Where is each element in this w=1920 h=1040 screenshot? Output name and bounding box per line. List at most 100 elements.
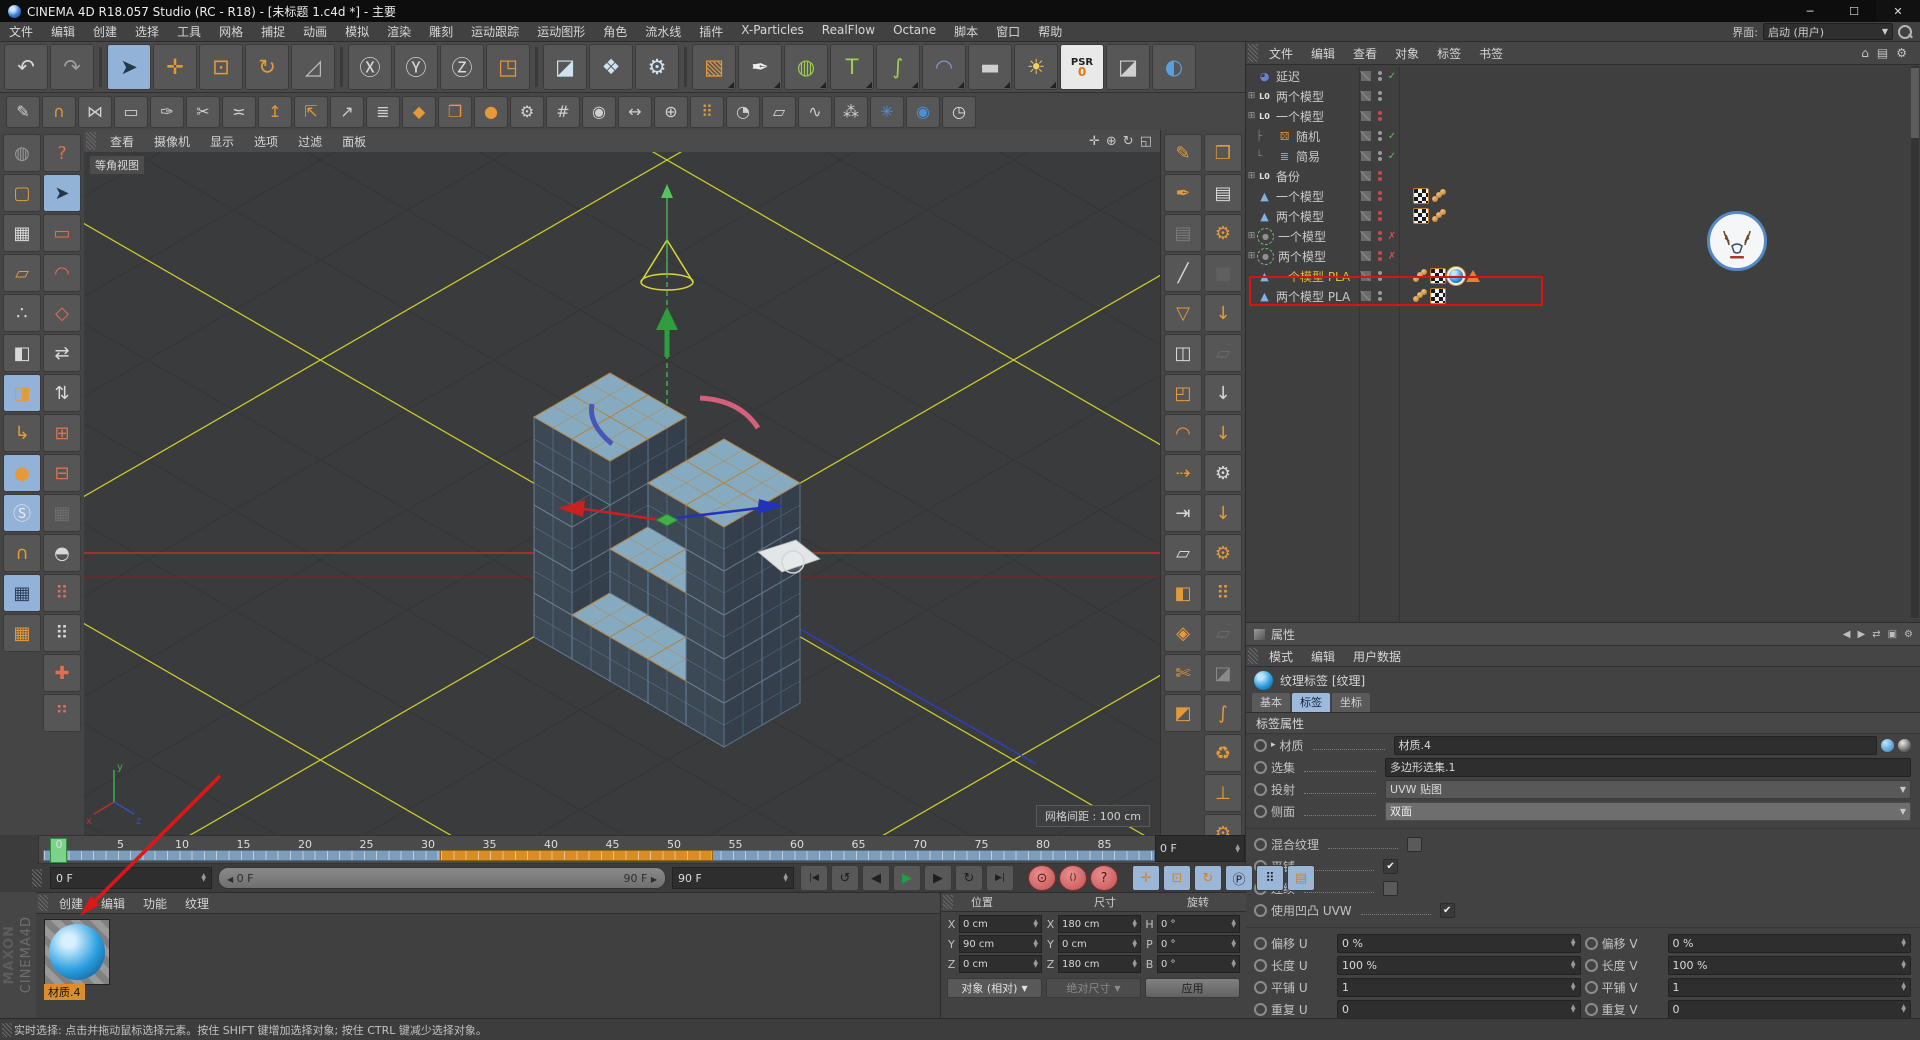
value-field[interactable]: 0 %▲▼	[1337, 934, 1581, 953]
record-rotation-button[interactable]: ↻	[1194, 865, 1222, 891]
knife-icon[interactable]: ╱	[1164, 254, 1202, 292]
visibility-dots[interactable]	[1378, 171, 1382, 181]
viewport-menu-查看[interactable]: 查看	[100, 133, 144, 150]
psr-badge[interactable]: PSR0	[1060, 44, 1104, 90]
next-frame-button[interactable]: ▶	[924, 865, 952, 891]
matrix-extrude-icon[interactable]: ≣	[366, 96, 400, 128]
object-label[interactable]: 备份	[1276, 168, 1300, 185]
object-row[interactable]: ⊞●一个模型✗	[1246, 226, 1909, 246]
value-field[interactable]: 0 %▲▼	[1668, 934, 1912, 953]
keyframe-selection-button[interactable]: ?	[1090, 865, 1118, 891]
menu-工具[interactable]: 工具	[168, 23, 210, 40]
tab-基本[interactable]: 基本	[1252, 693, 1290, 712]
axis-mode-icon[interactable]: ↳	[3, 414, 41, 452]
melt-icon[interactable]: ↓	[1204, 494, 1242, 532]
move-tool[interactable]: ✛	[153, 44, 197, 90]
om-home-icon[interactable]: ▤	[1877, 46, 1888, 60]
grid-array-icon[interactable]: #	[546, 96, 580, 128]
lasso-selection-icon[interactable]: ◠	[43, 254, 81, 292]
formula-dots-icon[interactable]: ⠿	[1204, 574, 1242, 612]
tab-标签[interactable]: 标签	[1292, 693, 1330, 712]
menu-窗口[interactable]: 窗口	[987, 23, 1029, 40]
menu-插件[interactable]: 插件	[690, 23, 732, 40]
measure-tool-icon[interactable]: ↔	[618, 96, 652, 128]
smooth-shift-icon[interactable]: ↗	[330, 96, 364, 128]
material-menu-创建[interactable]: 创建	[50, 895, 92, 912]
menu-编辑[interactable]: 编辑	[42, 23, 84, 40]
layer-toggle-icon[interactable]	[1361, 211, 1371, 221]
model-mode-icon[interactable]: ◍	[3, 134, 41, 172]
render-view-icon[interactable]: ◪	[543, 44, 587, 90]
add-cube-icon[interactable]: ❒	[438, 96, 472, 128]
size-field[interactable]: 0 cm▲▼	[1058, 935, 1141, 953]
inner-extrude-icon[interactable]: ⇱	[294, 96, 328, 128]
visibility-dots[interactable]	[1378, 211, 1382, 221]
weld-icon[interactable]: ⇥	[1164, 494, 1202, 532]
material-menu-功能[interactable]: 功能	[134, 895, 176, 912]
edit-spline-icon[interactable]: ✎	[6, 96, 40, 128]
frame-field[interactable]: 0 F ▲▼	[50, 867, 212, 889]
lock-x-axis[interactable]: Ⓧ	[348, 44, 392, 90]
undo-icon[interactable]: ↶	[4, 44, 48, 90]
scrollbar[interactable]	[1911, 66, 1919, 618]
enabled-check-icon[interactable]: ✓	[1385, 71, 1399, 82]
disabled-cross-icon[interactable]: ✗	[1385, 231, 1399, 242]
recycle-gear-icon[interactable]: ♻	[1204, 734, 1242, 772]
expand-arrow-icon[interactable]: ▸	[1271, 740, 1276, 750]
object-row[interactable]: ⊞L0一个模型	[1246, 106, 1909, 126]
zoom-out-icon[interactable]: ⊟	[43, 454, 81, 492]
gear-icon[interactable]: ⚙	[1904, 629, 1913, 640]
timeline-ruler[interactable]: 051015202530354045505560657075808590	[38, 835, 1160, 864]
layer-toggle-icon[interactable]	[1361, 251, 1371, 261]
object-row[interactable]: ├⚄随机✓	[1246, 126, 1909, 146]
cube-top-icon[interactable]: ◰	[1164, 374, 1202, 412]
uvw-tag-icon[interactable]	[1413, 188, 1429, 204]
bend-deformer-icon[interactable]: ◠◢	[922, 44, 966, 90]
modeling-settings-icon[interactable]: ⚙	[510, 96, 544, 128]
iron-tool-icon[interactable]: ▭	[114, 96, 148, 128]
visibility-dots[interactable]	[1378, 251, 1382, 261]
mirror-tool-icon[interactable]: ⋈	[78, 96, 112, 128]
triangulate-icon[interactable]: ↓	[1204, 374, 1242, 412]
record-pla-button[interactable]: ⠿	[1256, 865, 1284, 891]
drag-handle-icon[interactable]	[86, 132, 96, 150]
snap-icon[interactable]: Ⓢ	[3, 494, 41, 532]
goto-start-button[interactable]: |◀	[800, 865, 828, 891]
toggle-view-icon[interactable]: ◱	[1140, 134, 1152, 149]
axis-center-icon[interactable]: ⊕	[654, 96, 688, 128]
rotate-view-icon[interactable]: ↻	[1123, 134, 1134, 149]
dropdown-field[interactable]: UVW 贴图▼	[1385, 780, 1911, 799]
value-field[interactable]: 0▲▼	[1337, 1000, 1581, 1019]
play-button[interactable]: ▶	[893, 865, 921, 891]
object-label[interactable]: 一个模型	[1276, 188, 1324, 205]
scale-exchange-icon[interactable]: ⇅	[43, 374, 81, 412]
knife-tool-icon[interactable]: ✂	[186, 96, 220, 128]
object-row[interactable]: ⊞L0备份	[1246, 166, 1909, 186]
material-menu-编辑[interactable]: 编辑	[92, 895, 134, 912]
world-sphere-icon[interactable]: ◐	[1152, 44, 1196, 90]
menu-帮助[interactable]: 帮助	[1029, 23, 1071, 40]
disabled2-icon[interactable]: ▱	[1204, 614, 1242, 652]
object-manager-menu-查看[interactable]: 查看	[1344, 45, 1386, 62]
cone-cube-icon[interactable]: ▽	[1164, 294, 1202, 332]
workplane-loop-icon[interactable]: ▦	[3, 614, 41, 652]
keyframe-dot-icon[interactable]	[1254, 904, 1267, 917]
split-cube-icon[interactable]: ◫	[1164, 334, 1202, 372]
texture-view-icon[interactable]: ◉	[906, 96, 940, 128]
size-field[interactable]: 180 cm▲▼	[1058, 915, 1141, 933]
viewport-menu-过滤[interactable]: 过滤	[288, 133, 332, 150]
phong-tag-icon[interactable]	[1432, 209, 1446, 223]
keyframe-dot-icon[interactable]	[1254, 937, 1267, 950]
coordinate-system-icon[interactable]: ◳	[486, 44, 530, 90]
lock-icon[interactable]: ▣	[1888, 629, 1897, 640]
phong-tag-icon[interactable]	[1432, 189, 1446, 203]
object-row[interactable]: ▲两个模型	[1246, 206, 1909, 226]
spray-icon[interactable]: ⁂	[834, 96, 868, 128]
value-field[interactable]: 材质.4	[1394, 736, 1877, 755]
dropdown-field[interactable]: 双面▼	[1385, 802, 1911, 821]
object-manager-menu-标签[interactable]: 标签	[1428, 45, 1470, 62]
value-field[interactable]: 1▲▼	[1337, 978, 1581, 997]
weight-tool-icon[interactable]: ◔	[726, 96, 760, 128]
menu-选择[interactable]: 选择	[126, 23, 168, 40]
dark-cube-icon[interactable]: ■	[1204, 254, 1242, 292]
